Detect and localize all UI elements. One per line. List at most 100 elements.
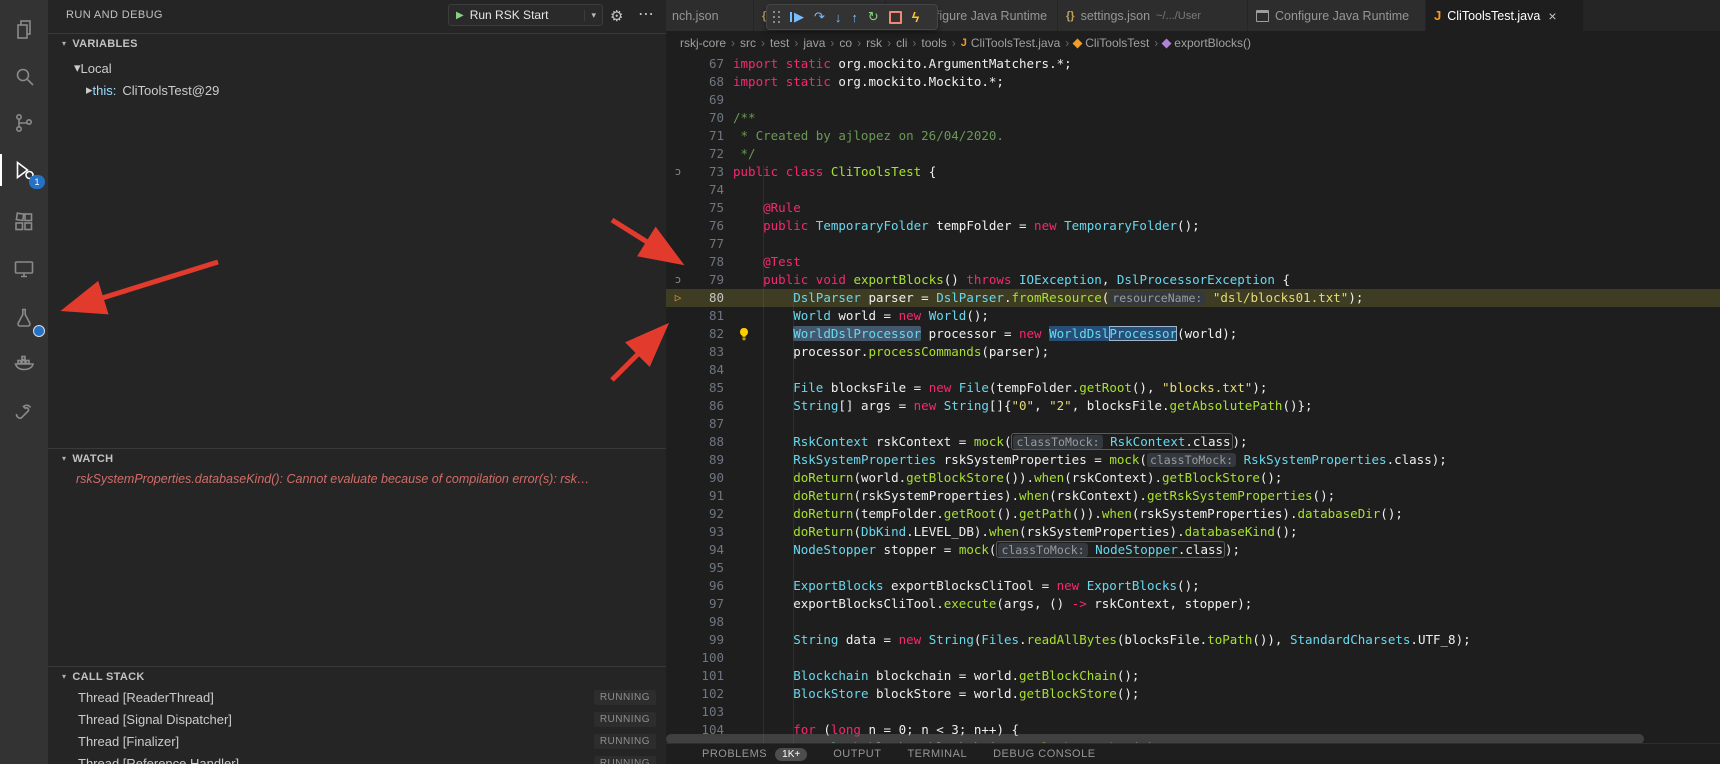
code-line[interactable]: 87	[666, 415, 1720, 433]
fold-marker-icon[interactable]: c	[666, 271, 690, 289]
gutter-margin[interactable]	[666, 127, 690, 145]
code-line[interactable]: 91 doReturn(rskSystemProperties).when(rs…	[666, 487, 1720, 505]
gutter-margin[interactable]	[666, 325, 690, 343]
tab-settings.json[interactable]: {}settings.json~/.../User	[1058, 0, 1248, 31]
code-line[interactable]: 102 BlockStore blockStore = world.getBlo…	[666, 685, 1720, 703]
code-line[interactable]: 96 ExportBlocks exportBlocksCliTool = ne…	[666, 577, 1720, 595]
breadcrumb-item[interactable]: test	[770, 36, 789, 50]
code-line[interactable]: 100	[666, 649, 1720, 667]
fold-marker-icon[interactable]: c	[666, 163, 690, 181]
code-line[interactable]: 71 * Created by ajlopez on 26/04/2020.	[666, 127, 1720, 145]
call-stack-thread[interactable]: Thread [Signal Dispatcher]RUNNING	[48, 708, 666, 730]
code-line[interactable]: 95	[666, 559, 1720, 577]
code-line[interactable]: 90 doReturn(world.getBlockStore()).when(…	[666, 469, 1720, 487]
panel-tab-output[interactable]: OUTPUT	[833, 748, 881, 760]
gutter-margin[interactable]	[666, 559, 690, 577]
stop-button[interactable]	[889, 11, 902, 24]
code-line[interactable]: 93 doReturn(DbKind.LEVEL_DB).when(rskSys…	[666, 523, 1720, 541]
code-line[interactable]: 92 doReturn(tempFolder.getRoot().getPath…	[666, 505, 1720, 523]
gutter-margin[interactable]	[666, 541, 690, 559]
breadcrumb-item[interactable]: exportBlocks()	[1163, 36, 1251, 50]
gutter-margin[interactable]	[666, 667, 690, 685]
restart-button[interactable]: ↻	[868, 9, 879, 25]
code-line[interactable]: 98	[666, 613, 1720, 631]
gutter-margin[interactable]	[666, 433, 690, 451]
code-line[interactable]: 67import static org.mockito.ArgumentMatc…	[666, 55, 1720, 73]
gutter-margin[interactable]	[666, 703, 690, 721]
code-line[interactable]: 88 RskContext rskContext = mock(classToM…	[666, 433, 1720, 451]
call-stack-thread[interactable]: Thread [ReaderThread]RUNNING	[48, 686, 666, 708]
breadcrumb-item[interactable]: CliToolsTest	[1074, 36, 1149, 50]
code-line[interactable]: 84	[666, 361, 1720, 379]
gutter-margin[interactable]	[666, 379, 690, 397]
code-line[interactable]: 68import static org.mockito.Mockito.*;	[666, 73, 1720, 91]
code-line[interactable]: 81 World world = new World();	[666, 307, 1720, 325]
variables-section-header[interactable]: ▾ VARIABLES	[48, 33, 666, 53]
code-line[interactable]: 85 File blocksFile = new File(tempFolder…	[666, 379, 1720, 397]
close-icon[interactable]: ×	[1548, 8, 1556, 24]
code-line[interactable]: 89 RskSystemProperties rskSystemProperti…	[666, 451, 1720, 469]
debug-current-line-arrow[interactable]: ▷	[666, 289, 690, 307]
gutter-margin[interactable]	[666, 631, 690, 649]
code-line[interactable]: 82 WorldDslProcessor processor = new Wor…	[666, 325, 1720, 343]
code-line[interactable]: 94 NodeStopper stopper = mock(classToMoc…	[666, 541, 1720, 559]
breadcrumb-item[interactable]: rsk	[866, 36, 882, 50]
chevron-down-icon[interactable]: ▾	[584, 10, 602, 21]
watch-section-header[interactable]: ▾ WATCH	[48, 448, 666, 468]
watch-expression[interactable]: rskSystemProperties.databaseKind(): Cann…	[76, 472, 658, 486]
code-line[interactable]: 83 processor.processCommands(parser);	[666, 343, 1720, 361]
breadcrumb-item[interactable]: rskj-core	[680, 36, 726, 50]
activity-search[interactable]	[0, 54, 48, 98]
gear-icon[interactable]: ⚙	[610, 7, 623, 25]
gutter-margin[interactable]	[666, 505, 690, 523]
code-line[interactable]: c79 public void exportBlocks() throws IO…	[666, 271, 1720, 289]
breadcrumb-item[interactable]: JCliToolsTest.java	[961, 36, 1061, 50]
gutter-margin[interactable]	[666, 523, 690, 541]
code-line[interactable]: ▷80 DslParser parser = DslParser.fromRes…	[666, 289, 1720, 307]
gutter-margin[interactable]	[666, 307, 690, 325]
code-line[interactable]: 69	[666, 91, 1720, 109]
breadcrumb-item[interactable]: tools	[921, 36, 946, 50]
tab-clitoolstest.java[interactable]: JCliToolsTest.java×	[1426, 0, 1584, 31]
code-line[interactable]: 101 Blockchain blockchain = world.getBlo…	[666, 667, 1720, 685]
gutter-margin[interactable]	[666, 145, 690, 163]
panel-tab-debug-console[interactable]: DEBUG CONSOLE	[993, 748, 1095, 760]
hot-code-replace-icon[interactable]: ϟ	[912, 9, 919, 25]
activity-extensions[interactable]	[0, 200, 48, 244]
gutter-margin[interactable]	[666, 91, 690, 109]
code-line[interactable]: 75 @Rule	[666, 199, 1720, 217]
activity-run-and-debug[interactable]: 1	[0, 148, 48, 192]
gutter-margin[interactable]	[666, 397, 690, 415]
gutter-margin[interactable]	[666, 685, 690, 703]
code-line[interactable]: 77	[666, 235, 1720, 253]
panel-tab-problems[interactable]: PROBLEMS1K+	[702, 748, 807, 761]
gutter-margin[interactable]	[666, 343, 690, 361]
gutter-margin[interactable]	[666, 469, 690, 487]
call-stack-thread[interactable]: Thread [Finalizer]RUNNING	[48, 730, 666, 752]
activity-gradle[interactable]	[0, 390, 48, 434]
code-line[interactable]: 103	[666, 703, 1720, 721]
gutter-margin[interactable]	[666, 235, 690, 253]
step-into-button[interactable]: ↓	[835, 10, 842, 25]
gutter-margin[interactable]	[666, 73, 690, 91]
tab-nch.json[interactable]: nch.json	[666, 0, 754, 31]
gutter-margin[interactable]	[666, 451, 690, 469]
activity-explorer[interactable]	[0, 8, 48, 52]
variables-scope-local[interactable]: ▾ Local	[74, 58, 112, 78]
continue-button[interactable]: ▶	[790, 9, 804, 25]
gutter-margin[interactable]	[666, 199, 690, 217]
code-line[interactable]: 78 @Test	[666, 253, 1720, 271]
panel-tab-terminal[interactable]: TERMINAL	[907, 748, 967, 760]
tab-configure-java-runtime[interactable]: Configure Java Runtime	[1248, 0, 1426, 31]
activity-testing[interactable]	[0, 296, 48, 340]
gutter-margin[interactable]	[666, 577, 690, 595]
gutter-margin[interactable]	[666, 217, 690, 235]
gutter-margin[interactable]	[666, 649, 690, 667]
gutter-margin[interactable]	[666, 253, 690, 271]
code-line[interactable]: 70/**	[666, 109, 1720, 127]
gutter-margin[interactable]	[666, 595, 690, 613]
call-stack-section-header[interactable]: ▾ CALL STACK	[48, 666, 666, 686]
code-line[interactable]: 99 String data = new String(Files.readAl…	[666, 631, 1720, 649]
gutter-margin[interactable]	[666, 181, 690, 199]
code-editor[interactable]: 67import static org.mockito.ArgumentMatc…	[666, 55, 1720, 744]
